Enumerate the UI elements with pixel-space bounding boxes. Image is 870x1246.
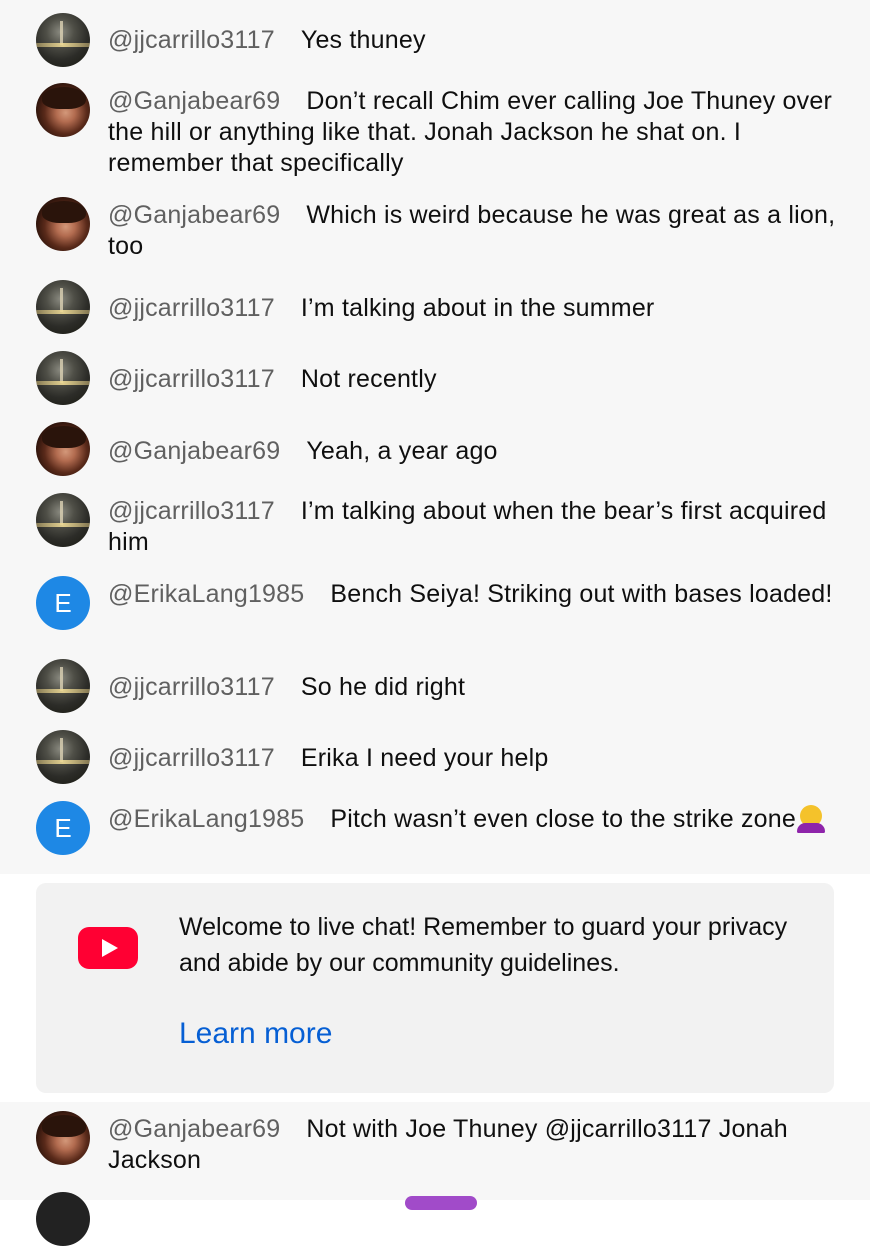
chat-message-text: So he did right bbox=[300, 673, 466, 701]
chat-message-body: @jjcarrillo3117 Yes thuney bbox=[108, 25, 838, 56]
chat-message-text: Bench Seiya! Striking out with bases loa… bbox=[330, 580, 833, 608]
user-avatar[interactable] bbox=[36, 13, 90, 67]
chat-message-body: @ErikaLang1985 Bench Seiya! Striking out … bbox=[108, 579, 838, 610]
chat-author-name[interactable]: @jjcarrillo3117 bbox=[108, 294, 275, 322]
user-avatar[interactable] bbox=[36, 351, 90, 405]
user-avatar[interactable]: E bbox=[36, 576, 90, 630]
chat-author-name[interactable]: @jjcarrillo3117 bbox=[108, 744, 275, 772]
chat-message-body: @jjcarrillo3117 I’m talking about in the … bbox=[108, 293, 838, 324]
chat-message-text: Erika I need your help bbox=[300, 744, 549, 772]
chat-author-name[interactable]: @ErikaLang1985 bbox=[108, 805, 304, 833]
user-avatar[interactable] bbox=[36, 659, 90, 713]
chat-author-name[interactable]: @Ganjabear69 bbox=[108, 437, 280, 465]
youtube-play-icon bbox=[78, 927, 138, 969]
live-chat-welcome-banner: Welcome to live chat! Remember to guard … bbox=[36, 883, 834, 1093]
welcome-message: Welcome to live chat! Remember to guard … bbox=[179, 913, 788, 977]
chat-message-text: Not recently bbox=[300, 365, 437, 393]
user-avatar[interactable] bbox=[36, 422, 90, 476]
learn-more-link[interactable]: Learn more bbox=[179, 1017, 332, 1051]
chat-author-name[interactable]: @Ganjabear69 bbox=[108, 87, 280, 115]
chat-message-body: @Ganjabear69 Don’t recall Chim ever calli… bbox=[108, 86, 838, 179]
chat-message-body: @jjcarrillo3117 Not recently bbox=[108, 364, 838, 395]
member-badge bbox=[405, 1196, 477, 1210]
chat-message-text: Pitch wasn’t even close to the strike zo… bbox=[330, 805, 796, 833]
user-avatar[interactable]: E bbox=[36, 801, 90, 855]
chat-author-name[interactable]: @jjcarrillo3117 bbox=[108, 26, 275, 54]
user-avatar[interactable] bbox=[36, 280, 90, 334]
chat-author-name[interactable]: @ErikaLang1985 bbox=[108, 580, 304, 608]
chat-author-name[interactable]: @Ganjabear69 bbox=[108, 201, 280, 229]
user-avatar[interactable] bbox=[36, 1192, 90, 1246]
chat-message-body: @Ganjabear69 Not with Joe Thuney @jjcarri… bbox=[108, 1114, 838, 1176]
chat-message-body: @jjcarrillo3117 I’m talking about when th… bbox=[108, 496, 838, 558]
chat-message-text: I’m talking about in the summer bbox=[300, 294, 655, 322]
chat-author-name[interactable]: @jjcarrillo3117 bbox=[108, 365, 275, 393]
user-avatar[interactable] bbox=[36, 83, 90, 137]
user-avatar[interactable] bbox=[36, 197, 90, 251]
chat-message-text: Yeah, a year ago bbox=[306, 437, 498, 465]
chat-message-body: @Ganjabear69 Which is weird because he wa… bbox=[108, 200, 838, 262]
chat-author-name[interactable]: @Ganjabear69 bbox=[108, 1115, 280, 1143]
user-avatar[interactable] bbox=[36, 493, 90, 547]
chat-author-name[interactable]: @jjcarrillo3117 bbox=[108, 673, 275, 701]
chat-message-body: @jjcarrillo3117 So he did right bbox=[108, 672, 838, 703]
woman-facepalming-emoji bbox=[796, 805, 826, 833]
user-avatar[interactable] bbox=[36, 730, 90, 784]
chat-message-body: @jjcarrillo3117 Erika I need your help bbox=[108, 743, 838, 774]
chat-message-body: @Ganjabear69 Yeah, a year ago bbox=[108, 436, 838, 467]
chat-author-name[interactable]: @jjcarrillo3117 bbox=[108, 497, 275, 525]
chat-message-text: Yes thuney bbox=[300, 26, 426, 54]
chat-message-body: @ErikaLang1985 Pitch wasn’t even close to… bbox=[108, 804, 838, 835]
user-avatar[interactable] bbox=[36, 1111, 90, 1165]
